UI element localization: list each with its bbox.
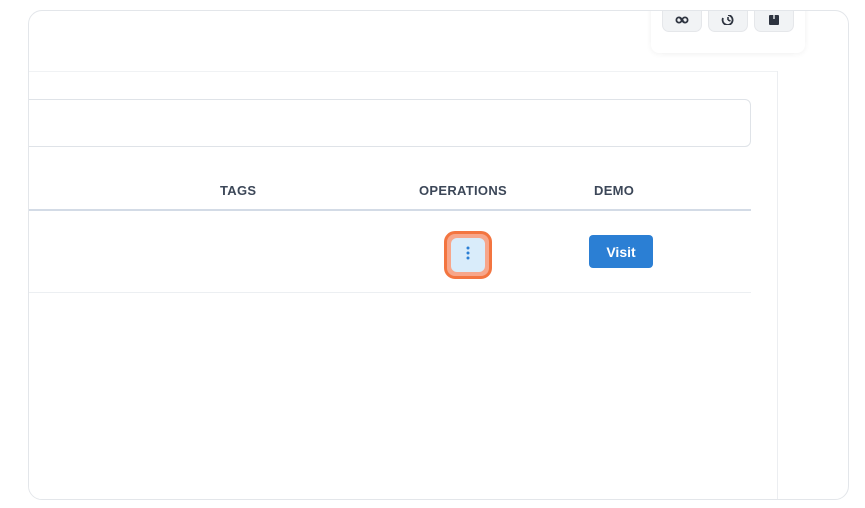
more-vertical-icon — [466, 246, 470, 265]
history-icon — [721, 15, 735, 25]
row-divider — [29, 292, 751, 293]
package-button[interactable] — [754, 11, 794, 32]
operations-menu-button[interactable] — [444, 231, 492, 279]
package-icon — [767, 15, 781, 25]
search-input[interactable] — [29, 99, 751, 147]
history-button[interactable] — [708, 11, 748, 32]
link-icon — [675, 15, 689, 25]
column-header-tags: TAGS — [220, 183, 257, 198]
column-header-demo: DEMO — [594, 183, 635, 198]
panel-divider — [29, 71, 777, 72]
table-header-divider — [29, 209, 751, 211]
column-header-operations: OPERATIONS — [419, 183, 507, 198]
visit-demo-button[interactable]: Visit — [589, 235, 653, 268]
top-action-bar — [651, 11, 805, 53]
link-button[interactable] — [662, 11, 702, 32]
operations-button-inner — [451, 238, 485, 272]
main-card: TAGS OPERATIONS DEMO Visit — [28, 10, 849, 500]
